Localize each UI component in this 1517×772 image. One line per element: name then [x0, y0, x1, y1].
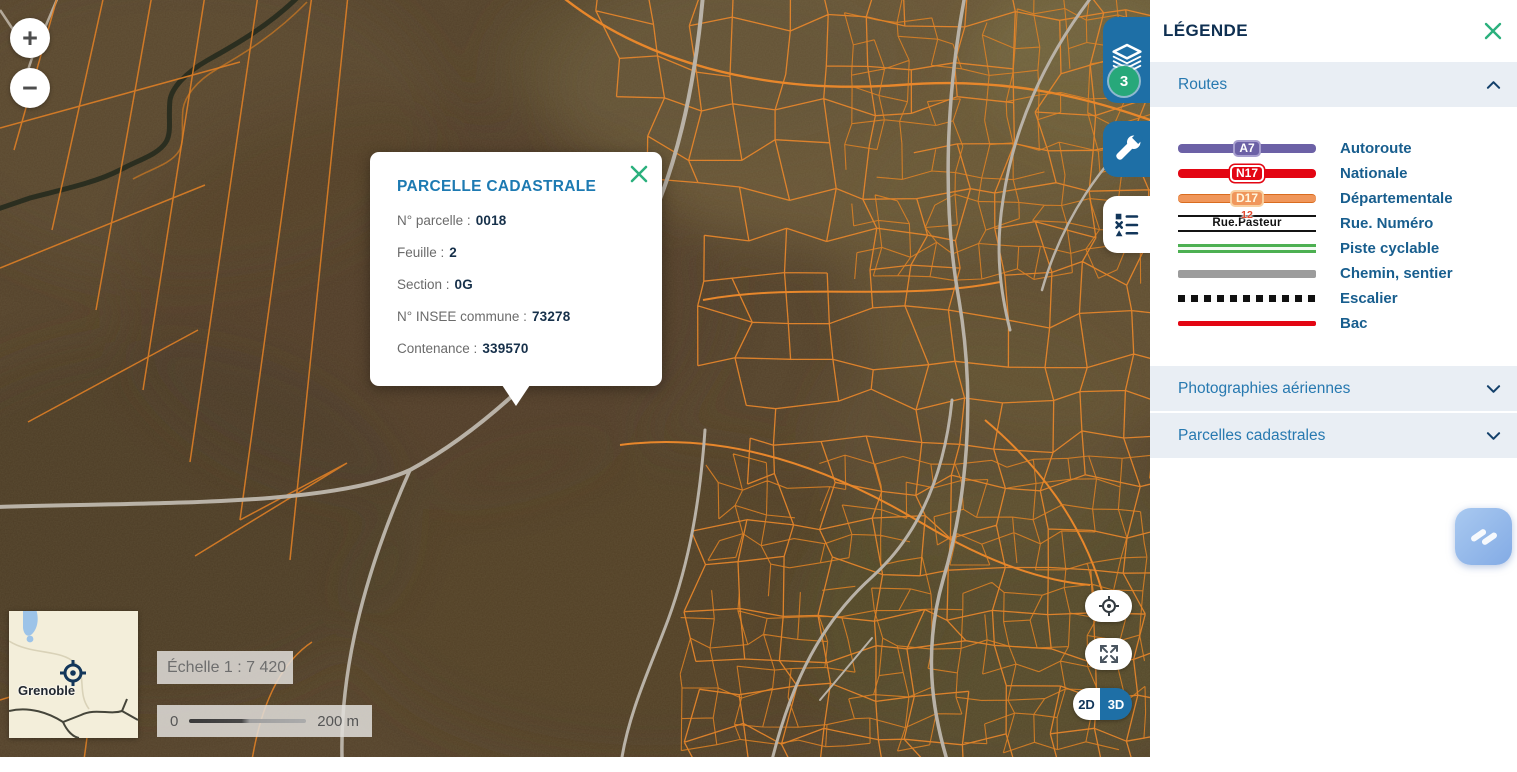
- minimap-canvas: [9, 611, 138, 738]
- section-parcelles-cadastrales[interactable]: Parcelles cadastrales: [1150, 413, 1517, 458]
- support-widget-button[interactable]: [1455, 508, 1512, 565]
- popup-field-contenance: Contenance :339570: [397, 341, 638, 356]
- popup-field-feuille: Feuille :2: [397, 245, 638, 260]
- routes-legend-content: A7 Autoroute N17 Nationale D17 12 Départ…: [1150, 109, 1517, 366]
- chevron-down-icon: [1486, 431, 1501, 441]
- minimap-place-label: Grenoble: [18, 683, 75, 698]
- geoportail-app: + − PARCELLE CADASTRALE N° parcelle :001…: [0, 0, 1517, 772]
- popup-pointer: [502, 385, 530, 406]
- legend-item-bac: Bac: [1150, 311, 1517, 336]
- scalebar: 0 200 m: [157, 705, 372, 737]
- legend-item-chemin: Chemin, sentier: [1150, 261, 1517, 286]
- minus-icon: −: [22, 75, 38, 102]
- close-icon: [629, 164, 649, 184]
- view-3d-option[interactable]: 3D: [1100, 688, 1132, 720]
- popup-title: PARCELLE CADASTRALE: [397, 178, 638, 196]
- legend-item-piste-cyclable: Piste cyclable: [1150, 236, 1517, 261]
- legend-button[interactable]: [1103, 196, 1150, 253]
- target-icon: [1097, 594, 1121, 618]
- fullscreen-button[interactable]: [1085, 638, 1132, 670]
- scalebar-line: [189, 719, 306, 723]
- plus-icon: +: [22, 25, 38, 52]
- zoom-out-button[interactable]: −: [10, 68, 50, 108]
- scalebar-end: 200 m: [317, 713, 359, 730]
- legend-close-icon[interactable]: [1483, 21, 1503, 41]
- piste-line-swatch: [1178, 244, 1316, 253]
- legend-item-nationale: N17 Nationale: [1150, 161, 1517, 186]
- tools-button[interactable]: [1103, 121, 1150, 177]
- layers-count-badge: 3: [1109, 66, 1139, 96]
- overview-minimap[interactable]: Grenoble: [9, 611, 138, 738]
- popup-field-insee: N° INSEE commune :73278: [397, 309, 638, 324]
- legend-item-autoroute: A7 Autoroute: [1150, 136, 1517, 161]
- fullscreen-icon: [1097, 642, 1121, 666]
- view-2d-option[interactable]: 2D: [1073, 688, 1100, 720]
- legend-item-escalier: Escalier: [1150, 286, 1517, 311]
- chemin-line-swatch: [1178, 270, 1316, 278]
- legend-panel: LÉGENDE Routes A7 Autoroute N17 N: [1150, 0, 1517, 772]
- parcel-popup: PARCELLE CADASTRALE N° parcelle :0018 Fe…: [370, 152, 662, 386]
- autoroute-line-swatch: A7: [1178, 144, 1316, 153]
- wrench-icon: [1108, 130, 1146, 168]
- chevron-up-icon: [1486, 80, 1501, 90]
- section-routes[interactable]: Routes: [1150, 62, 1517, 107]
- geolocate-button[interactable]: [1085, 590, 1132, 622]
- legend-item-departementale: D17 12 Départementale: [1150, 186, 1517, 211]
- legend-panel-header: LÉGENDE: [1150, 0, 1517, 62]
- zoom-in-button[interactable]: +: [10, 18, 50, 58]
- section-photographies-aeriennes[interactable]: Photographies aériennes: [1150, 366, 1517, 411]
- nationale-line-swatch: N17: [1178, 169, 1316, 178]
- view-dimension-toggle[interactable]: 2D 3D: [1073, 688, 1132, 720]
- scale-ratio: Échelle 1 : 7 420: [157, 651, 293, 684]
- bac-line-swatch: [1178, 321, 1316, 326]
- legend-list-icon: [1109, 207, 1145, 243]
- widget-logo-icon: [1469, 522, 1499, 552]
- map-viewport[interactable]: + − PARCELLE CADASTRALE N° parcelle :001…: [0, 0, 1150, 757]
- escalier-line-swatch: [1178, 295, 1316, 302]
- legend-item-rue-numero: Rue.Pasteur Rue. Numéro: [1150, 211, 1517, 236]
- departementale-line-swatch: D17 12: [1178, 194, 1316, 203]
- scalebar-start: 0: [170, 713, 178, 730]
- popup-field-parcelle: N° parcelle :0018: [397, 213, 638, 228]
- chevron-down-icon: [1486, 384, 1501, 394]
- popup-close-button[interactable]: [629, 164, 649, 184]
- popup-field-section: Section :0G: [397, 277, 638, 292]
- legend-title: LÉGENDE: [1163, 21, 1248, 41]
